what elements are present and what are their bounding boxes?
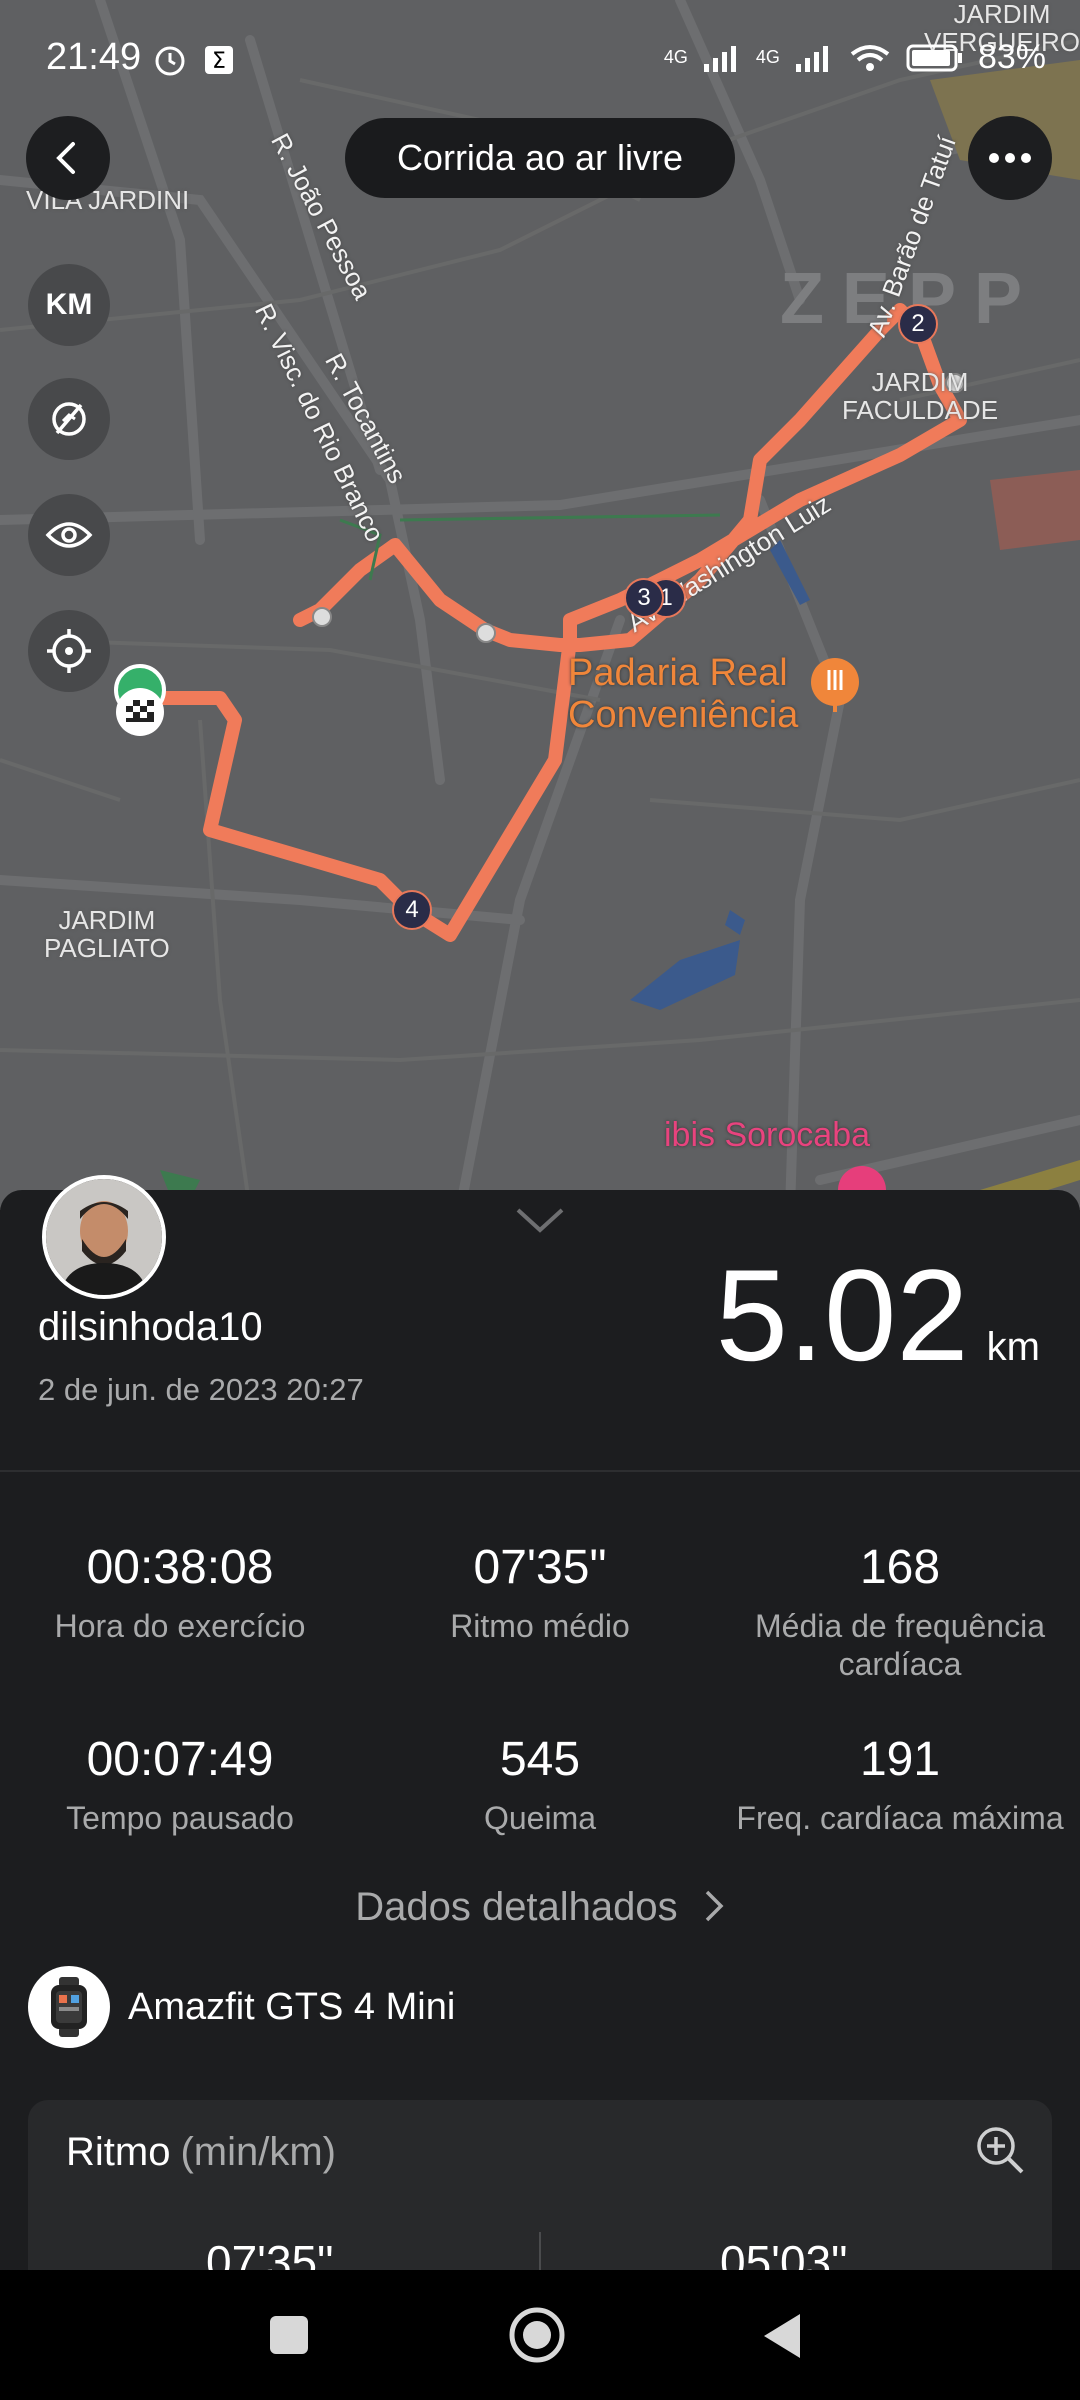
km-marker-4: 4 [392, 890, 432, 930]
map-label-jardim-pagliato: JARDIM PAGLIATO [44, 905, 170, 963]
stat-average-heart-rate: 168 Média de frequência cardíaca [720, 1540, 1080, 1683]
home-button-icon[interactable] [508, 2306, 566, 2364]
crosshair-icon [47, 629, 91, 673]
stat-label: Tempo pausado [66, 1800, 294, 1836]
status-bar: 21:49 Σ 4G 4G 83% [0, 30, 1080, 90]
detailed-data-link[interactable]: Dados detalhados [0, 1885, 1080, 1930]
poi-padaria-name-line2: Conveniência [568, 694, 799, 736]
sigma-app-icon: Σ [205, 46, 233, 74]
stat-value: 00:38:08 [86, 1541, 274, 1594]
status-notification-icons: Σ [152, 42, 234, 78]
signal-icon [703, 45, 736, 72]
visibility-button[interactable] [28, 494, 110, 576]
username: dilsinhoda10 [38, 1305, 263, 1349]
pace-title: Ritmo [66, 2130, 171, 2174]
more-options-icon [989, 153, 1031, 163]
chevron-right-icon [705, 1890, 724, 1922]
stat-value: 191 [859, 1733, 941, 1786]
stat-label: Queima [483, 1800, 597, 1836]
activity-title-pill[interactable]: Corrida ao ar livre [345, 118, 735, 198]
eye-icon [45, 522, 93, 548]
back-nav-icon[interactable] [760, 2312, 804, 2360]
stat-max-heart-rate: 191 Freq. cardíaca máxima [720, 1732, 1080, 1837]
stat-value: 00:07:49 [86, 1733, 274, 1786]
km-marker-2: 2 [898, 304, 938, 344]
unit-toggle-button[interactable]: KM [28, 264, 110, 346]
status-time: 21:49 [46, 36, 142, 78]
stat-label: Ritmo médio [450, 1608, 630, 1644]
chevron-down-icon[interactable] [514, 1204, 566, 1234]
battery-percent: 83% [977, 38, 1046, 76]
pace-unit: (min/km) [180, 2130, 336, 2174]
avatar[interactable] [42, 1175, 166, 1299]
svg-text:Σ: Σ [212, 49, 226, 74]
activity-title: Corrida ao ar livre [396, 137, 684, 178]
stat-label: Hora do exercício [54, 1608, 306, 1644]
poi-padaria-real[interactable]: Padaria Real Conveniência [568, 652, 798, 736]
system-status-icons: 4G 4G 83% [664, 38, 1046, 77]
locate-button[interactable] [28, 610, 110, 692]
poi-padaria-name-line1: Padaria Real [568, 652, 788, 694]
recents-button-icon[interactable] [268, 2314, 310, 2356]
map-label-jardim-faculdade: JARDIM FACULDADE [842, 367, 999, 425]
smartwatch-icon [51, 1977, 87, 2037]
zoom-in-icon[interactable] [974, 2124, 1026, 2176]
network-type-1: 4G [663, 47, 688, 67]
avatar-image [46, 1179, 162, 1295]
poi-ibis-sorocaba[interactable]: ibis Sorocaba [664, 1114, 870, 1156]
distance-unit: km [986, 1325, 1040, 1369]
hide-markers-button[interactable] [28, 378, 110, 460]
network-type-2: 4G [755, 47, 780, 67]
more-options-button[interactable] [968, 116, 1052, 200]
km-marker-3: 3 [624, 578, 664, 618]
signal-icon-2 [795, 45, 828, 72]
device-icon-badge [28, 1966, 110, 2048]
map-hide-icon [52, 402, 86, 436]
wifi-icon [850, 44, 890, 71]
stat-paused-time: 00:07:49 Tempo pausado [0, 1732, 360, 1837]
activity-date: 2 de jun. de 2023 20:27 [38, 1372, 364, 1407]
unit-toggle-label: KM [45, 288, 93, 321]
stat-average-pace: 07'35" Ritmo médio [360, 1540, 720, 1645]
stat-label: Média de frequência cardíaca [755, 1608, 1045, 1682]
back-button[interactable] [26, 116, 110, 200]
stat-value: 07'35" [473, 1541, 607, 1594]
back-arrow-icon [56, 142, 75, 174]
battery-icon [906, 44, 962, 71]
system-nav-bar [0, 2270, 1080, 2400]
divider [0, 1470, 1080, 1472]
stat-value: 168 [859, 1541, 941, 1594]
stat-exercise-time: 00:38:08 Hora do exercício [0, 1540, 360, 1645]
alarm-icon [155, 46, 185, 76]
detailed-data-label: Dados detalhados [355, 1885, 678, 1929]
distance-display: 5.02 km [716, 1240, 1040, 1390]
stat-calories: 545 Queima [360, 1732, 720, 1837]
device-name: Amazfit GTS 4 Mini [128, 1986, 456, 2028]
pace-card-title: Ritmo (min/km) [66, 2130, 336, 2175]
stat-value: 545 [499, 1733, 581, 1786]
distance-value: 5.02 [715, 1242, 969, 1388]
stat-label: Freq. cardíaca máxima [736, 1800, 1064, 1836]
